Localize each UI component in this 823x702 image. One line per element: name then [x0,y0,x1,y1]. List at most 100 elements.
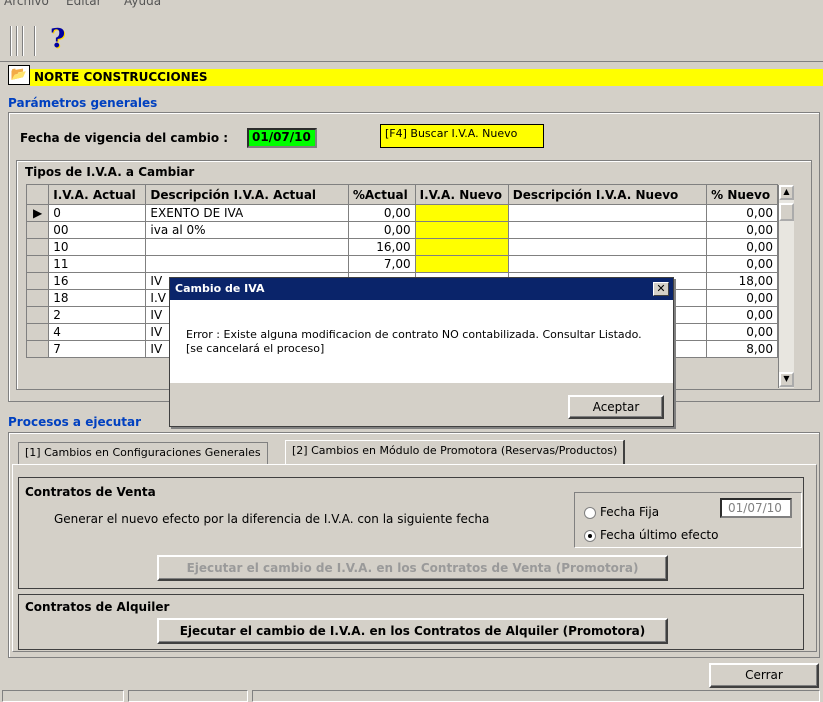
cell-desc-nuevo[interactable] [507,255,708,273]
rental-contracts-title: Contratos de Alquiler [25,600,170,614]
cell-iva-actual[interactable]: 11 [48,255,147,273]
cell-iva-actual[interactable]: 16 [48,272,147,290]
cell-pct-actual[interactable]: 0,00 [347,221,416,239]
dialog-title-bar: Cambio de IVA ✕ [170,278,673,300]
grid-corner-header [25,184,50,205]
cell-desc-nuevo[interactable] [507,221,708,239]
column-header-desc-actual[interactable]: Descripción I.V.A. Actual [145,184,349,205]
cell-pct-nuevo[interactable]: 0,00 [706,238,778,256]
cell-iva-actual[interactable]: 4 [48,323,147,341]
row-selector[interactable] [25,340,50,358]
scroll-thumb[interactable] [779,203,794,221]
menu-editar[interactable]: Editar [66,0,102,8]
cell-pct-actual[interactable]: 0,00 [347,204,416,222]
cell-iva-actual[interactable]: 2 [48,306,147,324]
cell-iva-actual[interactable]: 0 [48,204,147,222]
error-dialog: Cambio de IVA ✕ Error : Existe alguna mo… [169,277,674,427]
cell-pct-nuevo[interactable]: 0,00 [706,255,778,273]
status-panel [252,690,820,702]
cell-pct-nuevo[interactable]: 8,00 [706,340,778,358]
close-button[interactable]: Cerrar [709,663,819,688]
cell-desc-actual[interactable]: EXENTO DE IVA [145,204,349,222]
radio-last-effect[interactable]: Fecha último efecto [584,528,718,542]
table-row[interactable]: 00 iva al 0% 0,00 0,00 [25,221,778,239]
cell-iva-actual[interactable]: 00 [48,221,147,239]
radio-last-effect-label: Fecha último efecto [600,528,719,542]
row-selector[interactable] [25,255,50,273]
cell-desc-actual[interactable] [145,255,349,273]
row-selector[interactable] [25,221,50,239]
cell-pct-nuevo[interactable]: 0,00 [706,221,778,239]
accept-button[interactable]: Aceptar [568,395,664,419]
column-header-iva-nuevo[interactable]: I.V.A. Nuevo [414,184,509,205]
radio-on-icon[interactable] [584,529,596,542]
radio-fixed-date[interactable]: Fecha Fija [584,505,659,519]
cell-desc-actual[interactable] [145,238,349,256]
effective-date-field[interactable]: 01/07/10 [247,128,317,148]
cell-iva-nuevo[interactable] [414,204,509,222]
run-rental-change-button[interactable]: Ejecutar el cambio de I.V.A. en los Cont… [157,618,668,644]
scroll-up-icon[interactable]: ▲ [779,185,794,200]
toolbar-separator [34,26,36,56]
cell-iva-nuevo[interactable] [414,238,509,256]
effective-date-label: Fecha de vigencia del cambio : [20,131,229,145]
menu-archivo[interactable]: Archivo [4,0,49,8]
table-row[interactable]: 11 7,00 0,00 [25,255,778,273]
radio-fixed-date-label: Fecha Fija [600,505,660,519]
dialog-footer: Aceptar [170,383,673,426]
processes-section-title: Procesos a ejecutar [8,415,141,429]
row-selector[interactable] [25,238,50,256]
table-row[interactable]: 10 16,00 0,00 [25,238,778,256]
toolbar: ? [0,18,823,62]
menu-bar: Archivo Editar Ayuda [0,0,823,18]
cell-iva-nuevo[interactable] [414,221,509,239]
cell-iva-actual[interactable]: 7 [48,340,147,358]
toolbar-grip [16,26,18,56]
company-name: NORTE CONSTRUCCIONES [30,69,823,86]
column-header-desc-nuevo[interactable]: Descripción I.V.A. Nuevo [507,184,708,205]
table-row[interactable]: ▶ 0 EXENTO DE IVA 0,00 0,00 [25,204,778,222]
cell-iva-actual[interactable]: 10 [48,238,147,256]
cell-pct-nuevo[interactable]: 0,00 [706,204,778,222]
fixed-date-field[interactable]: 01/07/10 [720,498,792,518]
tab-promotora-module[interactable]: [2] Cambios en Módulo de Promotora (Rese… [285,440,625,464]
company-bar: 📂 NORTE CONSTRUCCIONES [4,63,823,87]
cell-desc-nuevo[interactable] [507,204,708,222]
column-header-pct-actual[interactable]: %Actual [347,184,416,205]
cell-pct-actual[interactable]: 7,00 [347,255,416,273]
cell-pct-nuevo[interactable]: 0,00 [706,289,778,307]
cell-pct-nuevo[interactable]: 18,00 [706,272,778,290]
column-header-pct-nuevo[interactable]: % Nuevo [706,184,778,205]
help-icon[interactable]: ? [50,24,65,54]
cell-desc-actual[interactable]: iva al 0% [145,221,349,239]
search-new-iva-button[interactable]: [F4] Buscar I.V.A. Nuevo [380,124,544,148]
sales-contracts-title: Contratos de Venta [25,485,156,499]
column-header-iva-actual[interactable]: I.V.A. Actual [48,184,147,205]
row-selector[interactable] [25,272,50,290]
open-folder-icon[interactable]: 📂 [8,65,30,85]
menu-ayuda[interactable]: Ayuda [124,0,161,8]
radio-off-icon[interactable] [584,506,596,519]
status-panel [128,690,248,702]
cell-pct-nuevo[interactable]: 0,00 [706,306,778,324]
scroll-down-icon[interactable]: ▼ [779,372,794,387]
cell-desc-nuevo[interactable] [507,238,708,256]
grid-scrollbar[interactable]: ▲ ▼ [778,185,794,388]
run-sales-change-button[interactable]: Ejecutar el cambio de I.V.A. en los Cont… [157,555,668,581]
cell-iva-nuevo[interactable] [414,255,509,273]
dialog-message: Error : Existe alguna modificacion de co… [186,328,642,355]
status-panel [2,690,124,702]
row-selector[interactable] [25,323,50,341]
tab-general-config[interactable]: [1] Cambios en Configuraciones Generales [18,442,268,464]
cell-pct-nuevo[interactable]: 0,00 [706,323,778,341]
toolbar-grip [10,26,12,56]
sales-contracts-description: Generar el nuevo efecto por la diferenci… [54,512,490,526]
cell-iva-actual[interactable]: 18 [48,289,147,307]
cell-pct-actual[interactable]: 16,00 [347,238,416,256]
row-selector-current-icon[interactable]: ▶ [25,204,50,222]
row-selector[interactable] [25,306,50,324]
row-selector[interactable] [25,289,50,307]
close-icon[interactable]: ✕ [653,282,669,296]
dialog-title: Cambio de IVA [175,282,265,295]
toolbar-grip [22,26,24,56]
